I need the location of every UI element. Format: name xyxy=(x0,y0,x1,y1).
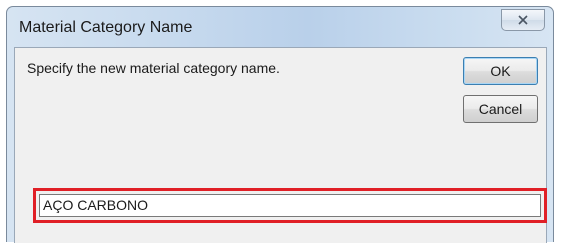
ok-button[interactable]: OK xyxy=(463,57,538,85)
close-button[interactable] xyxy=(501,9,545,31)
dialog-window: Material Category Name Specify the new m… xyxy=(6,6,554,243)
highlight-box: AÇO CARBONO xyxy=(33,188,547,223)
dialog-body: Specify the new material category name. … xyxy=(14,47,547,243)
prompt-text: Specify the new material category name. xyxy=(27,60,280,76)
title-bar[interactable]: Material Category Name xyxy=(7,7,553,47)
dialog-title: Material Category Name xyxy=(19,19,193,36)
close-x-icon xyxy=(518,15,528,25)
category-name-input[interactable]: AÇO CARBONO xyxy=(39,194,541,217)
cancel-button[interactable]: Cancel xyxy=(463,95,538,123)
